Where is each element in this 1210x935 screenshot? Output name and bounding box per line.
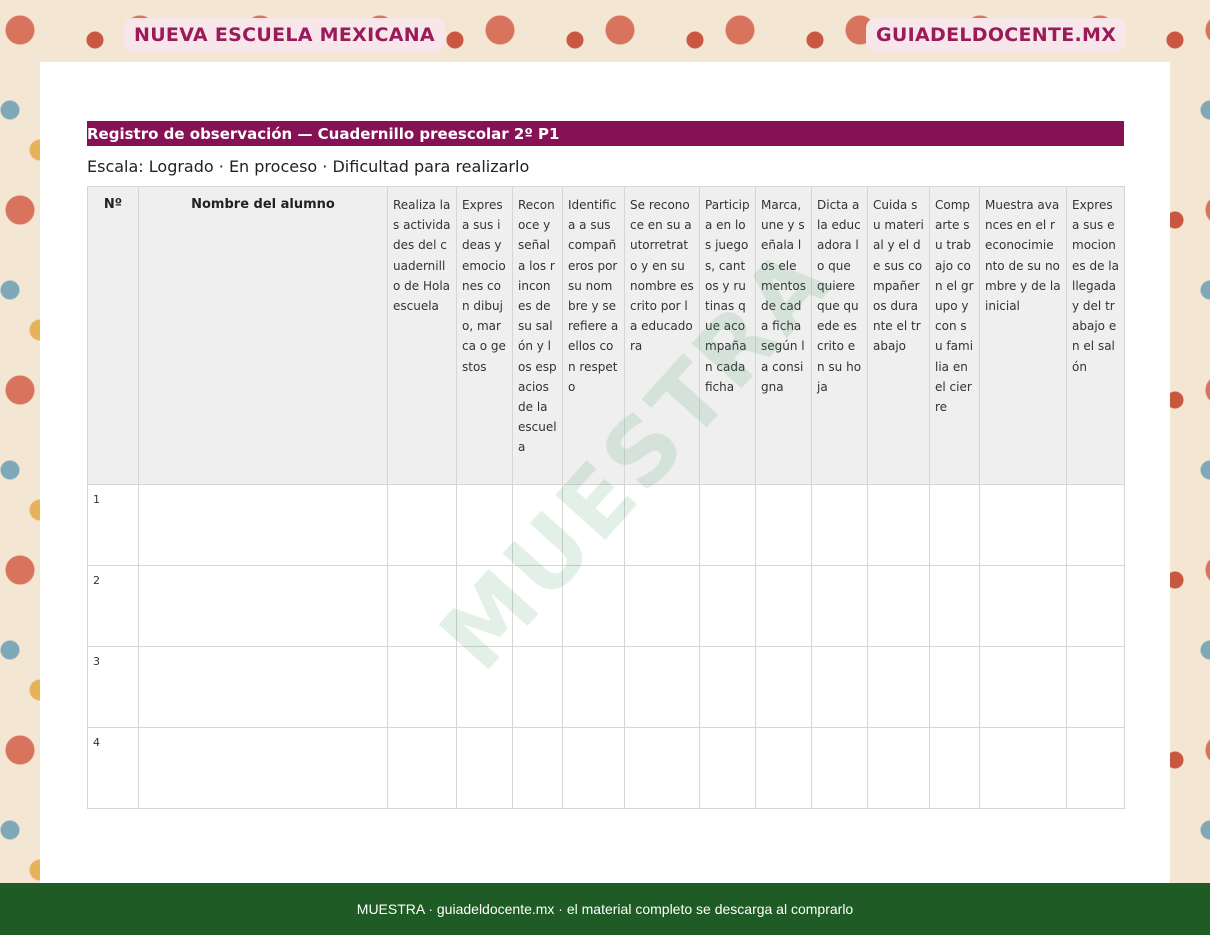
observation-cell[interactable] [755,484,812,566]
observation-cell[interactable] [979,646,1067,728]
observation-cell[interactable] [929,646,980,728]
observation-cell[interactable] [979,484,1067,566]
observation-cell[interactable] [811,565,868,647]
observation-table: Nº Nombre del alumno Realiza las activid… [87,186,1125,809]
brand-guiadeldocente: GUIADELDOCENTE.MX [866,18,1127,52]
observation-cell[interactable] [624,484,700,566]
footer-bar: MUESTRA · guiadeldocente.mx · el materia… [0,883,1210,935]
observation-cell[interactable] [867,646,930,728]
header-criterion-2: Expresa sus ideas y emociones con dibujo… [456,186,513,485]
observation-cell[interactable] [512,727,563,809]
observation-cell[interactable] [562,646,625,728]
observation-cell[interactable] [867,727,930,809]
observation-cell[interactable] [624,727,700,809]
header-number: Nº [87,186,139,485]
observation-cell[interactable] [929,484,980,566]
observation-cell[interactable] [755,727,812,809]
observation-cell[interactable] [699,727,756,809]
observation-cell[interactable] [512,484,563,566]
row-number: 3 [87,646,139,728]
table-header-row: Nº Nombre del alumno Realiza las activid… [87,186,1125,485]
header-criterion-11: Muestra avances en el reconocimiento de … [979,186,1067,485]
student-name-cell[interactable] [138,727,388,809]
header-criterion-4: Identifica a sus compañeros por su nombr… [562,186,625,485]
observation-cell[interactable] [456,646,513,728]
header-criterion-9: Cuida su material y el de sus compañeros… [867,186,930,485]
student-name-cell[interactable] [138,484,388,566]
observation-cell[interactable] [867,484,930,566]
table-row: 4 [87,727,1125,809]
observation-cell[interactable] [512,565,563,647]
brand-nueva-escuela: NUEVA ESCUELA MEXICANA [124,18,445,52]
row-number: 1 [87,484,139,566]
observation-cell[interactable] [624,646,700,728]
header-criterion-5: Se reconoce en su autorretrato y en su n… [624,186,700,485]
header-criterion-6: Participa en los juegos, cantos y rutina… [699,186,756,485]
header-criterion-7: Marca, une y señala los elementos de cad… [755,186,812,485]
observation-cell[interactable] [699,646,756,728]
observation-cell[interactable] [387,565,457,647]
header-criterion-1: Realiza las actividades del cuadernillo … [387,186,457,485]
observation-cell[interactable] [979,727,1067,809]
footer-text: MUESTRA · guiadeldocente.mx · el materia… [356,901,854,917]
observation-cell[interactable] [699,484,756,566]
row-number: 4 [87,727,139,809]
observation-cell[interactable] [811,646,868,728]
observation-cell[interactable] [811,484,868,566]
row-number: 2 [87,565,139,647]
observation-cell[interactable] [387,646,457,728]
observation-cell[interactable] [624,565,700,647]
observation-cell[interactable] [979,565,1067,647]
observation-cell[interactable] [562,565,625,647]
observation-cell[interactable] [811,727,868,809]
table-row: 3 [87,646,1125,728]
observation-cell[interactable] [456,727,513,809]
header-criterion-8: Dicta a la educadora lo que quiere que q… [811,186,868,485]
observation-cell[interactable] [867,565,930,647]
observation-cell[interactable] [387,727,457,809]
observation-cell[interactable] [512,646,563,728]
student-name-cell[interactable] [138,565,388,647]
observation-cell[interactable] [387,484,457,566]
observation-cell[interactable] [755,565,812,647]
observation-cell[interactable] [699,565,756,647]
observation-cell[interactable] [562,484,625,566]
observation-cell[interactable] [929,727,980,809]
table-row: 2 [87,565,1125,647]
observation-cell[interactable] [929,565,980,647]
student-name-cell[interactable] [138,646,388,728]
observation-cell[interactable] [1066,646,1125,728]
observation-cell[interactable] [1066,484,1125,566]
header-student-name: Nombre del alumno [138,186,388,485]
header-criterion-3: Reconoce y señala los rincones de su sal… [512,186,563,485]
header-criterion-10: Comparte su trabajo con el grupo y con s… [929,186,980,485]
document-title: Registro de observación — Cuadernillo pr… [87,121,1124,146]
observation-cell[interactable] [1066,565,1125,647]
observation-cell[interactable] [456,484,513,566]
observation-cell[interactable] [755,646,812,728]
observation-cell[interactable] [562,727,625,809]
observation-cell[interactable] [456,565,513,647]
header-criterion-12: Expresa sus emociones de la llegada y de… [1066,186,1125,485]
scale-legend: Escala: Logrado · En proceso · Dificulta… [87,157,530,176]
table-row: 1 [87,484,1125,566]
header-banner: NUEVA ESCUELA MEXICANA GUIADELDOCENTE.MX [0,0,1210,62]
observation-cell[interactable] [1066,727,1125,809]
